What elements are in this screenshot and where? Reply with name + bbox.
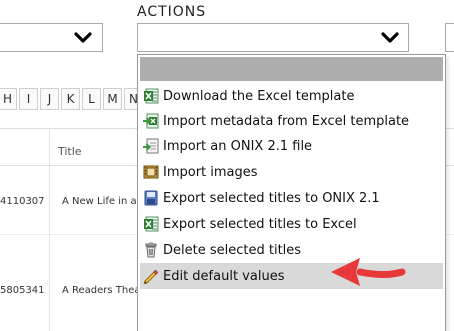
onix-export-icon — [144, 190, 158, 206]
secondary-select[interactable] — [445, 23, 454, 52]
letter-filter-i[interactable]: I — [19, 88, 38, 110]
actions-select[interactable] — [137, 23, 409, 52]
alphabet-filter: H I J K L M N — [0, 88, 145, 110]
menu-item-label: Import an ONIX 2.1 file — [163, 138, 313, 154]
menu-item-import-metadata-excel[interactable]: Import metadata from Excel template — [140, 108, 443, 134]
menu-item-label: Export selected titles to ONIX 2.1 — [163, 190, 380, 206]
letter-filter-h[interactable]: H — [0, 88, 17, 110]
excel-icon — [144, 216, 159, 232]
onix-import-icon — [143, 138, 159, 154]
actions-heading: ACTIONS — [137, 4, 207, 20]
table-cell-id: 5805341 — [0, 285, 45, 296]
filter-select[interactable] — [0, 23, 103, 52]
menu-item-export-excel[interactable]: Export selected titles to Excel — [140, 211, 443, 237]
annotation-arrow-icon — [331, 258, 406, 286]
table-cell-title[interactable]: A New Life in a — [62, 196, 137, 207]
menu-item-label: Download the Excel template — [163, 88, 355, 104]
chevron-down-icon — [381, 32, 399, 43]
excel-import-icon — [143, 113, 159, 129]
menu-item-label: Import images — [163, 164, 258, 180]
menu-item-export-onix[interactable]: Export selected titles to ONIX 2.1 — [140, 185, 443, 211]
menu-item-label: Edit default values — [163, 268, 285, 284]
menu-header-bar — [140, 57, 443, 81]
trash-icon — [145, 242, 157, 258]
excel-icon — [144, 88, 159, 104]
table-cell-id: 4110307 — [0, 196, 45, 207]
menu-item-label: Import metadata from Excel template — [163, 113, 410, 129]
menu-item-import-onix-file[interactable]: Import an ONIX 2.1 file — [140, 133, 443, 159]
column-header-title[interactable]: Title — [58, 145, 82, 158]
menu-item-download-excel-template[interactable]: Download the Excel template — [140, 83, 443, 109]
pencil-icon — [143, 269, 159, 284]
letter-filter-j[interactable]: J — [40, 88, 59, 110]
letter-filter-l[interactable]: L — [82, 88, 101, 110]
column-divider — [49, 128, 50, 331]
images-icon — [143, 165, 159, 179]
menu-item-import-images[interactable]: Import images — [140, 159, 443, 185]
table-cell-title[interactable]: A Readers Thea — [62, 285, 141, 296]
chevron-down-icon — [74, 32, 92, 43]
menu-item-label: Delete selected titles — [163, 242, 302, 258]
menu-item-label: Export selected titles to Excel — [163, 216, 357, 232]
letter-filter-k[interactable]: K — [61, 88, 80, 110]
letter-filter-m[interactable]: M — [103, 88, 122, 110]
